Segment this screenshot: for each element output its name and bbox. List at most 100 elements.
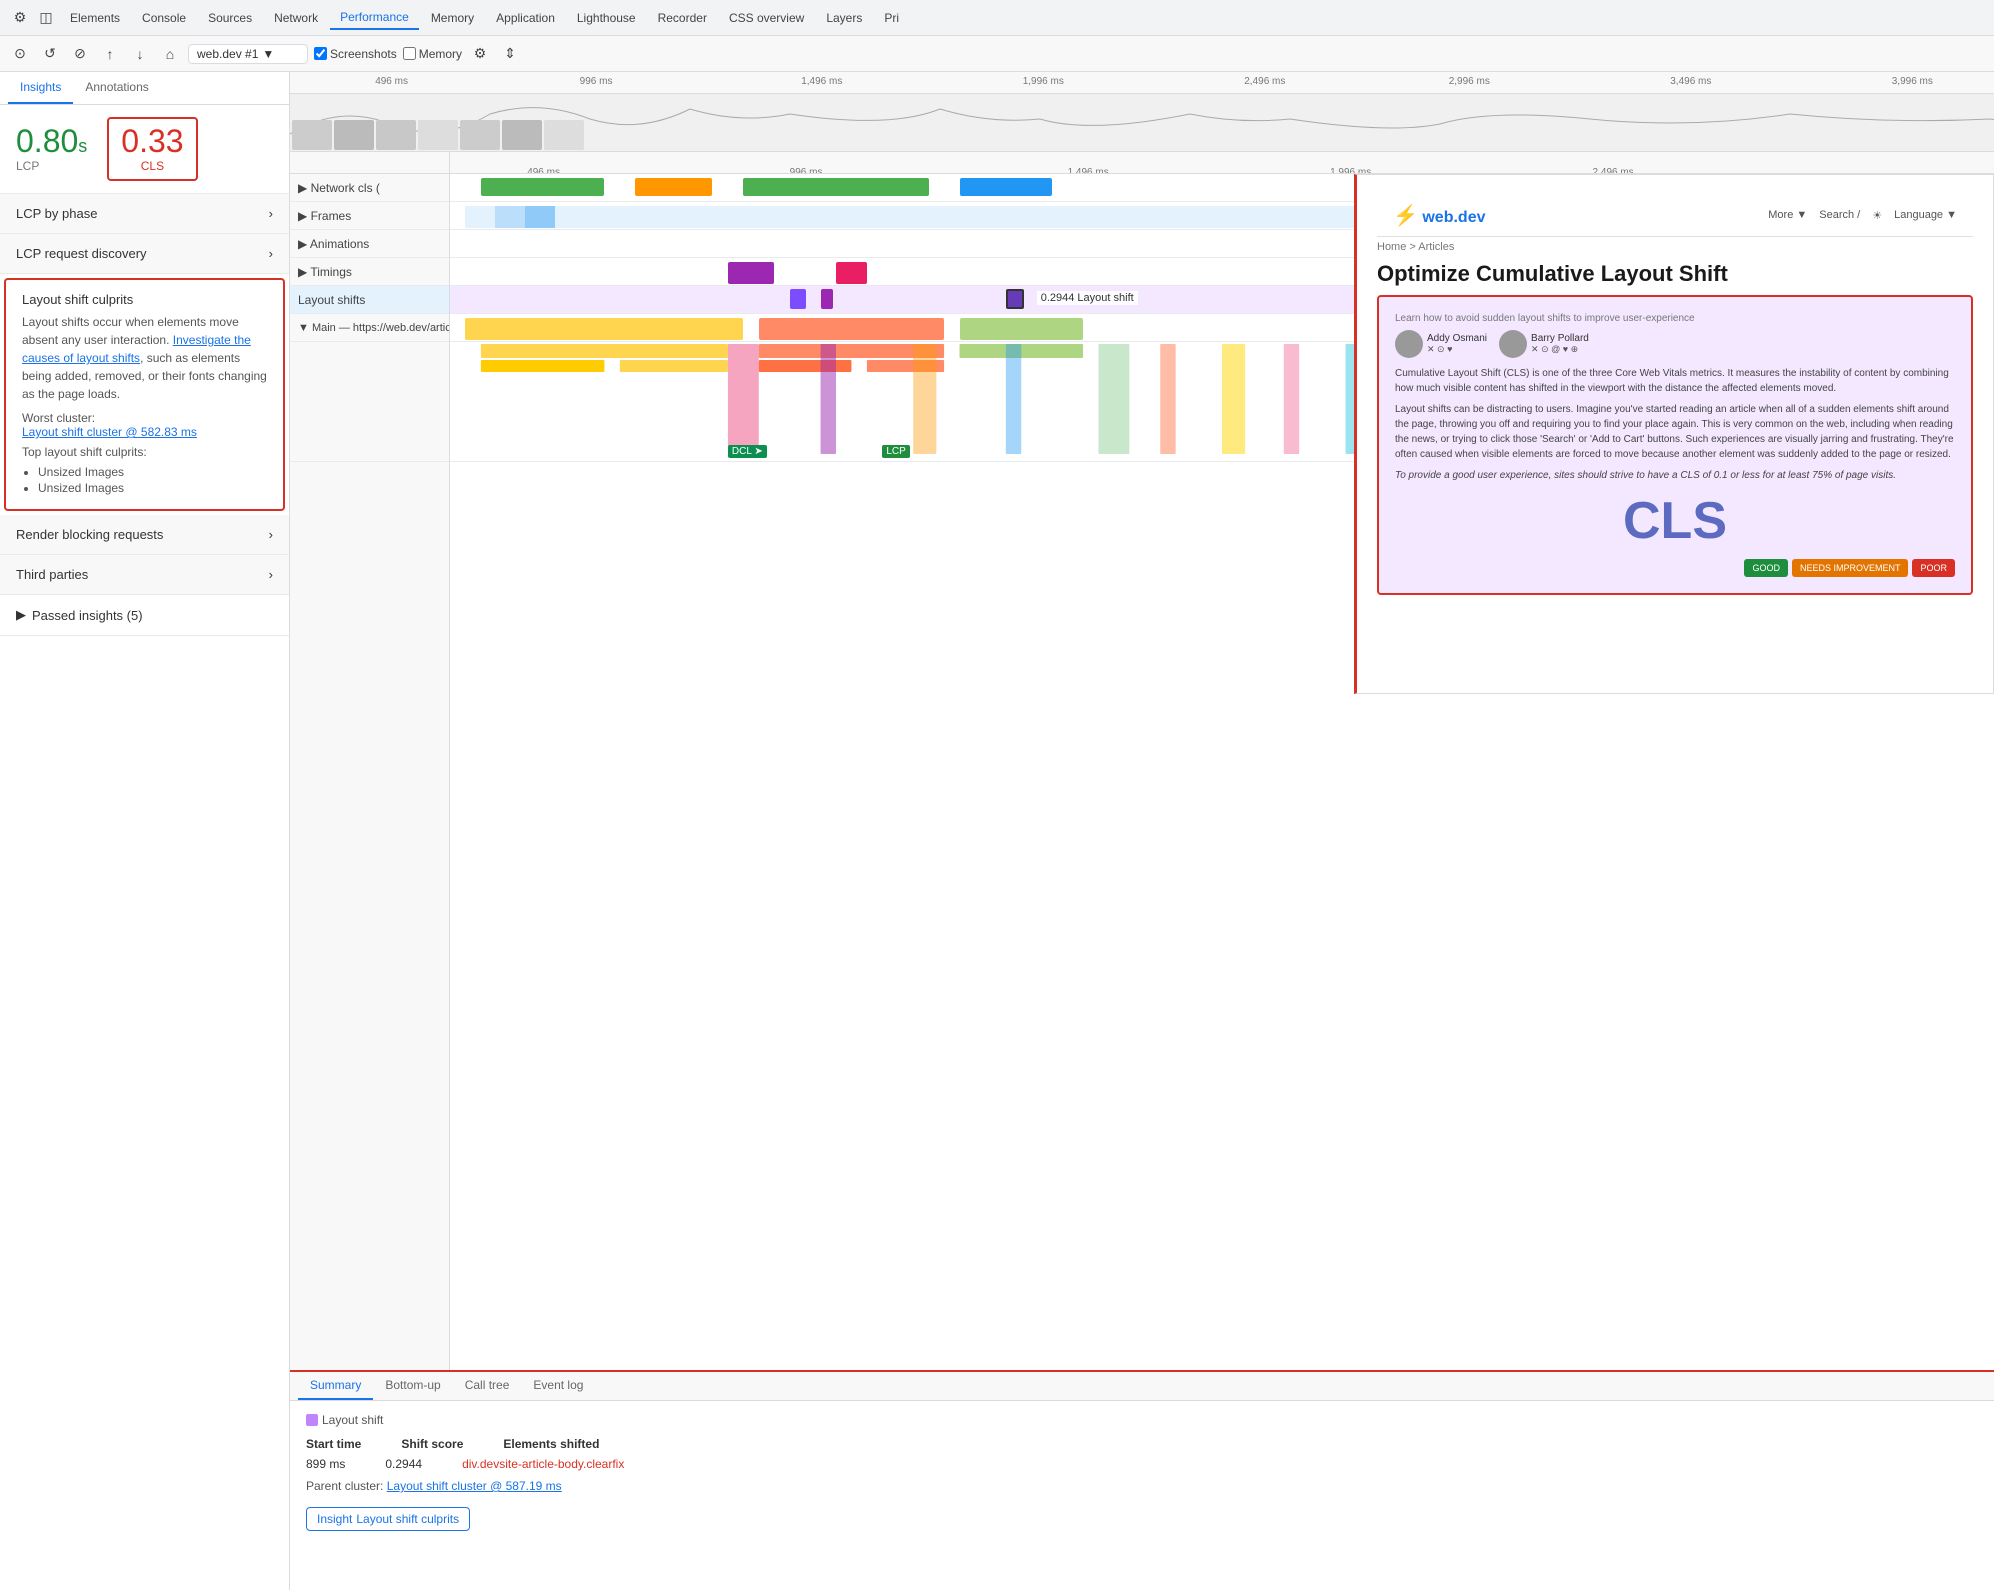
insight-render-blocking[interactable]: Render blocking requests › <box>0 515 289 555</box>
bottom-content: Layout shift Start time Shift score Elem… <box>290 1401 1994 1590</box>
menu-layers[interactable]: Layers <box>816 7 872 29</box>
top-culprits: Top layout shift culprits: Unsized Image… <box>22 445 267 495</box>
download-button[interactable]: ↓ <box>128 42 152 66</box>
menu-elements[interactable]: Elements <box>60 7 130 29</box>
lcp-value: 0.80 <box>16 123 78 159</box>
chevron-right-icon-4: › <box>269 567 273 582</box>
screenshots-checkbox-input[interactable] <box>314 47 327 60</box>
devtools-icon[interactable]: ⚙ <box>8 6 32 30</box>
menu-lighthouse[interactable]: Lighthouse <box>567 7 646 29</box>
cls-bar: GOOD NEEDS IMPROVEMENT POOR <box>1395 559 1955 577</box>
culprit-item-1: Unsized Images <box>38 465 267 479</box>
summary-table: Start time Shift score Elements shifted … <box>306 1437 1978 1471</box>
track-label-layout-shifts[interactable]: Layout shifts <box>290 286 449 314</box>
passed-insights[interactable]: ▶ Passed insights (5) <box>0 595 289 636</box>
timeline-header: 496 ms 996 ms 1,496 ms 1,996 ms 2,496 ms… <box>290 72 1994 152</box>
author-1-info: Addy Osmani ✕ ⊙ ♥ <box>1427 333 1487 355</box>
dock-icon[interactable]: ◫ <box>34 6 58 30</box>
home-button[interactable]: ⌂ <box>158 42 182 66</box>
clear-button[interactable]: ⊘ <box>68 42 92 66</box>
tab-event-log[interactable]: Event log <box>521 1372 595 1400</box>
insight-layout-shift-culprits[interactable]: Layout shift culprits Layout shifts occu… <box>4 278 285 511</box>
track-label-network[interactable]: ▶ Network cls ( <box>290 174 449 202</box>
track-label-main[interactable]: ▼ Main — https://web.dev/articles/optim <box>290 314 449 342</box>
parent-cluster-link[interactable]: Layout shift cluster @ 587.19 ms <box>387 1479 562 1493</box>
main-layout: Insights Annotations 0.80s LCP 0.33 CLS … <box>0 72 1994 1590</box>
menu-application[interactable]: Application <box>486 7 565 29</box>
settings-button[interactable]: ⚙ <box>468 42 492 66</box>
track-area: ▶ Network cls ( ▶ Frames ▶ Animations ▶ … <box>290 174 1994 1370</box>
url-dropdown-icon[interactable]: ▼ <box>262 47 274 61</box>
culprits-list: Unsized Images Unsized Images <box>38 465 267 495</box>
tab-bottom-up[interactable]: Bottom-up <box>373 1372 452 1400</box>
memory-checkbox-input[interactable] <box>403 47 416 60</box>
timeline-minimap[interactable] <box>290 94 1994 152</box>
network-block-2 <box>635 178 712 196</box>
layout-shift-marker-selected[interactable] <box>1006 289 1024 309</box>
menu-performance[interactable]: Performance <box>330 6 419 30</box>
left-panel: Insights Annotations 0.80s LCP 0.33 CLS … <box>0 72 290 1590</box>
record-button[interactable]: ⊙ <box>8 42 32 66</box>
article-title: Optimize Cumulative Layout Shift <box>1377 261 1973 287</box>
insight-badge-button[interactable]: Insight Layout shift culprits <box>306 1507 470 1531</box>
menu-pri[interactable]: Pri <box>874 7 909 29</box>
menu-memory[interactable]: Memory <box>421 7 484 29</box>
insight-third-parties[interactable]: Third parties › <box>0 555 289 595</box>
bottom-panel: Summary Bottom-up Call tree Event log La… <box>290 1370 1994 1590</box>
worst-cluster-link[interactable]: Layout shift cluster @ 582.83 ms <box>22 425 197 439</box>
start-time-header: Start time <box>306 1437 361 1451</box>
elements-shifted-value: div.devsite-article-body.clearfix <box>462 1457 624 1471</box>
reload-button[interactable]: ↺ <box>38 42 62 66</box>
more-button[interactable]: ⇕ <box>498 42 522 66</box>
track-label-timings[interactable]: ▶ Timings <box>290 258 449 286</box>
webdev-nav: ⚡ web.dev More ▼ Search / ☀ Language ▼ <box>1377 195 1973 237</box>
author-2: Barry Pollard ✕ ⊙ @ ♥ ⊕ <box>1499 330 1589 358</box>
track-label-extra1 <box>290 342 449 462</box>
menu-bar: ⚙ ◫ Elements Console Sources Network Per… <box>0 0 1994 36</box>
tab-annotations[interactable]: Annotations <box>73 72 160 104</box>
elements-shifted-header: Elements shifted <box>503 1437 599 1451</box>
ruler2-2496: 2,496 ms <box>1593 167 1634 175</box>
cls-value: 0.33 <box>121 125 183 157</box>
layout-shift-marker-1[interactable] <box>790 289 806 309</box>
summary-header-row: Start time Shift score Elements shifted <box>306 1437 1978 1453</box>
insight-lcp-request-discovery[interactable]: LCP request discovery › <box>0 234 289 274</box>
cls-big-label: CLS <box>1395 491 1955 551</box>
menu-css-overview[interactable]: CSS overview <box>719 7 814 29</box>
tab-insights[interactable]: Insights <box>8 72 73 104</box>
track-label-animations[interactable]: ▶ Animations <box>290 230 449 258</box>
upload-button[interactable]: ↑ <box>98 42 122 66</box>
lcp-label: LCP <box>16 159 87 173</box>
ruler-area: 496 ms 996 ms 1,496 ms 1,996 ms 2,496 ms… <box>290 72 1994 94</box>
authors: Addy Osmani ✕ ⊙ ♥ Barry Pollard ✕ ⊙ @ ♥ … <box>1395 330 1955 358</box>
shift-score-header: Shift score <box>401 1437 463 1451</box>
url-label: web.dev #1 <box>197 47 258 61</box>
track-label-frames[interactable]: ▶ Frames <box>290 202 449 230</box>
webdev-logo: ⚡ web.dev <box>1393 203 1486 228</box>
screenshots-checkbox[interactable]: Screenshots <box>314 47 397 61</box>
menu-recorder[interactable]: Recorder <box>648 7 717 29</box>
summary-values-row: 899 ms 0.2944 div.devsite-article-body.c… <box>306 1457 1978 1471</box>
url-bar: web.dev #1 ▼ <box>188 44 308 64</box>
memory-checkbox[interactable]: Memory <box>403 47 462 61</box>
menu-console[interactable]: Console <box>132 7 196 29</box>
banner-text: Learn how to avoid sudden layout shifts … <box>1395 313 1955 324</box>
insight-lcp-by-phase[interactable]: LCP by phase › <box>0 194 289 234</box>
insight-layout-shift-body: Layout shifts occur when elements move a… <box>22 313 267 403</box>
menu-network[interactable]: Network <box>264 7 328 29</box>
menu-sources[interactable]: Sources <box>198 7 262 29</box>
tick-1496: 1,496 ms <box>801 76 842 87</box>
dcl-marker: DCL ➤ <box>728 443 767 457</box>
bottom-tabs: Summary Bottom-up Call tree Event log <box>290 1372 1994 1401</box>
flame-1 <box>465 318 743 340</box>
author-2-social: ✕ ⊙ @ ♥ ⊕ <box>1531 344 1589 355</box>
right-panel: 496 ms 996 ms 1,496 ms 1,996 ms 2,496 ms… <box>290 72 1994 1590</box>
metric-lcp: 0.80s LCP <box>16 125 87 173</box>
tick-2496: 2,496 ms <box>1244 76 1285 87</box>
tab-summary[interactable]: Summary <box>298 1372 373 1400</box>
body-intro: Cumulative Layout Shift (CLS) is one of … <box>1395 366 1955 396</box>
insight-layout-shift-title: Layout shift culprits <box>22 292 267 307</box>
tick-496: 496 ms <box>375 76 408 87</box>
tab-call-tree[interactable]: Call tree <box>453 1372 522 1400</box>
ruler2-496: 496 ms <box>527 167 560 175</box>
